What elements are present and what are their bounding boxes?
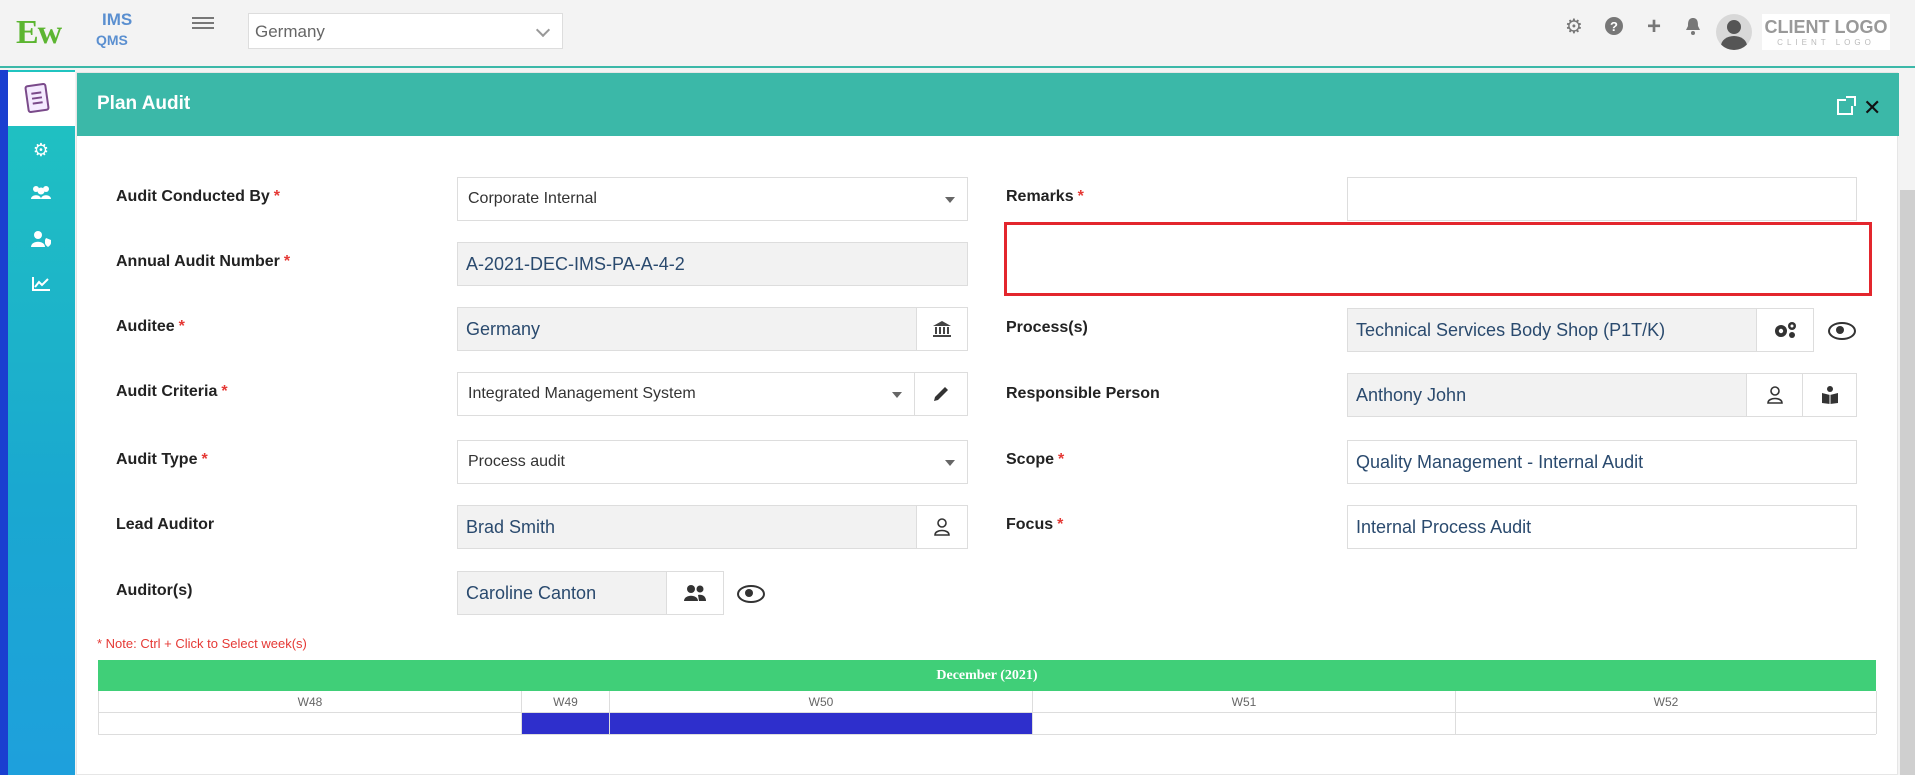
audit-type-label: Audit Type *: [116, 451, 208, 468]
sidebar-item-documents[interactable]: [8, 72, 75, 126]
responsible-person-select-button[interactable]: [1746, 373, 1803, 417]
lead-auditor-label: Lead Auditor: [116, 516, 215, 533]
scope-label: Scope *: [1006, 451, 1065, 468]
caret-down-icon: [945, 460, 955, 466]
top-bar: Ew IMS QMS Germany ⚙ ? + CLIENT LOGO CLI…: [0, 0, 1915, 68]
pencil-icon: [934, 387, 948, 401]
week-cell-w48[interactable]: [99, 713, 522, 734]
audit-type-select[interactable]: Process audit: [457, 440, 968, 484]
focus-label: Focus *: [1006, 516, 1064, 533]
view-auditors-eye-icon[interactable]: [735, 583, 765, 603]
week-cell-w49[interactable]: [522, 713, 610, 734]
caret-down-icon: [945, 197, 955, 203]
chevron-down-icon: [535, 22, 551, 38]
question-icon[interactable]: ?: [1603, 16, 1625, 38]
remarks-label: Remarks *: [1006, 188, 1084, 205]
country-select-value: Germany: [255, 22, 325, 41]
client-logo-subtext: CLIENT LOGO: [1777, 38, 1875, 47]
responsible-person-book-button[interactable]: [1802, 373, 1857, 417]
auditee-label: Auditee *: [116, 318, 185, 335]
audit-conducted-by-label: Audit Conducted By *: [116, 188, 280, 205]
week-selection-note: * Note: Ctrl + Click to Select week(s): [97, 636, 307, 651]
country-select[interactable]: Germany: [248, 13, 563, 49]
plus-icon[interactable]: +: [1643, 15, 1665, 39]
user-shield-icon: [31, 231, 51, 247]
focus-field[interactable]: Internal Process Audit: [1347, 505, 1857, 549]
audit-conducted-by-value: Corporate Internal: [468, 190, 597, 207]
bank-icon: [933, 321, 951, 337]
scrollbar[interactable]: [1900, 190, 1915, 775]
audit-criteria-edit-button[interactable]: [914, 372, 968, 416]
auditee-lookup-button[interactable]: [916, 307, 968, 351]
user-icon: [934, 518, 950, 536]
audit-conducted-by-select[interactable]: Corporate Internal: [457, 177, 968, 221]
gears-icon: [1775, 322, 1796, 338]
sidebar-item-users[interactable]: [22, 184, 60, 214]
week-header-w50[interactable]: W50: [610, 691, 1033, 713]
gear-icon[interactable]: ⚙: [1563, 16, 1585, 38]
annual-audit-number-field: A-2021-DEC-IMS-PA-A-4-2: [457, 242, 968, 286]
annual-audit-number-label: Annual Audit Number *: [116, 253, 291, 270]
sidebar-item-user-security[interactable]: [22, 230, 60, 260]
processes-field: Technical Services Body Shop (P1T/K): [1347, 308, 1757, 352]
user-avatar[interactable]: [1716, 14, 1752, 50]
audit-type-value: Process audit: [468, 453, 565, 470]
calendar-week-cells: [98, 713, 1877, 735]
sidebar-item-settings[interactable]: ⚙: [22, 140, 60, 170]
scope-field[interactable]: Quality Management - Internal Audit: [1347, 440, 1857, 484]
responsible-person-label: Responsible Person: [1006, 385, 1160, 402]
client-logo-text: CLIENT LOGO: [1764, 17, 1888, 37]
logo-ims: IMS: [102, 10, 133, 29]
panel-header: Plan Audit ✕: [77, 73, 1899, 136]
sidebar: ⚙: [0, 70, 75, 775]
week-header-w49[interactable]: W49: [522, 691, 610, 713]
app-logo[interactable]: Ew IMS QMS: [16, 10, 146, 51]
svg-text:?: ?: [1610, 19, 1618, 34]
week-cell-w50[interactable]: [610, 713, 1033, 734]
week-cell-w52[interactable]: [1456, 713, 1877, 734]
audit-criteria-label: Audit Criteria *: [116, 383, 228, 400]
auditee-field: Germany: [457, 307, 917, 351]
responsible-person-field: Anthony John: [1347, 373, 1747, 417]
week-header-w51[interactable]: W51: [1033, 691, 1456, 713]
client-logo: CLIENT LOGO CLIENT LOGO: [1762, 14, 1890, 50]
lead-auditor-select-button[interactable]: [916, 505, 968, 549]
auditors-select-button[interactable]: [666, 571, 724, 615]
users-icon: [684, 585, 706, 601]
calendar-week-headers: W48 W49 W50 W51 W52: [98, 691, 1877, 713]
audit-criteria-value: Integrated Management System: [468, 385, 696, 402]
users-gear-icon: [31, 186, 51, 199]
week-header-w48[interactable]: W48: [99, 691, 522, 713]
bell-icon[interactable]: [1682, 16, 1704, 38]
highlight-box: [1004, 222, 1872, 296]
sidebar-item-reports[interactable]: [22, 276, 60, 306]
caret-down-icon: [892, 392, 902, 398]
logo-ew: Ew: [16, 14, 62, 51]
week-calendar: December (2021) W48 W49 W50 W51 W52: [98, 660, 1877, 735]
view-processes-eye-icon[interactable]: [1826, 320, 1856, 340]
logo-qms: QMS: [96, 32, 128, 48]
calendar-month: December (2021): [98, 660, 1876, 691]
gear-icon: ⚙: [32, 140, 50, 160]
week-header-w52[interactable]: W52: [1456, 691, 1877, 713]
auditors-field: Caroline Canton: [457, 571, 667, 615]
book-reader-icon: [1821, 386, 1838, 404]
external-link-icon[interactable]: [1837, 96, 1856, 115]
user-icon: [1766, 386, 1783, 404]
processes-select-button[interactable]: [1756, 308, 1814, 352]
document-icon: [24, 82, 50, 114]
audit-criteria-select[interactable]: Integrated Management System: [457, 372, 915, 416]
close-icon[interactable]: ✕: [1863, 95, 1881, 121]
chart-icon: [32, 277, 50, 291]
processes-label: Process(s): [1006, 319, 1088, 336]
auditors-label: Auditor(s): [116, 582, 193, 599]
week-cell-w51[interactable]: [1033, 713, 1456, 734]
remarks-field[interactable]: [1347, 177, 1857, 221]
lead-auditor-field: Brad Smith: [457, 505, 917, 549]
panel-title: Plan Audit: [97, 93, 191, 114]
menu-icon[interactable]: [192, 14, 214, 34]
